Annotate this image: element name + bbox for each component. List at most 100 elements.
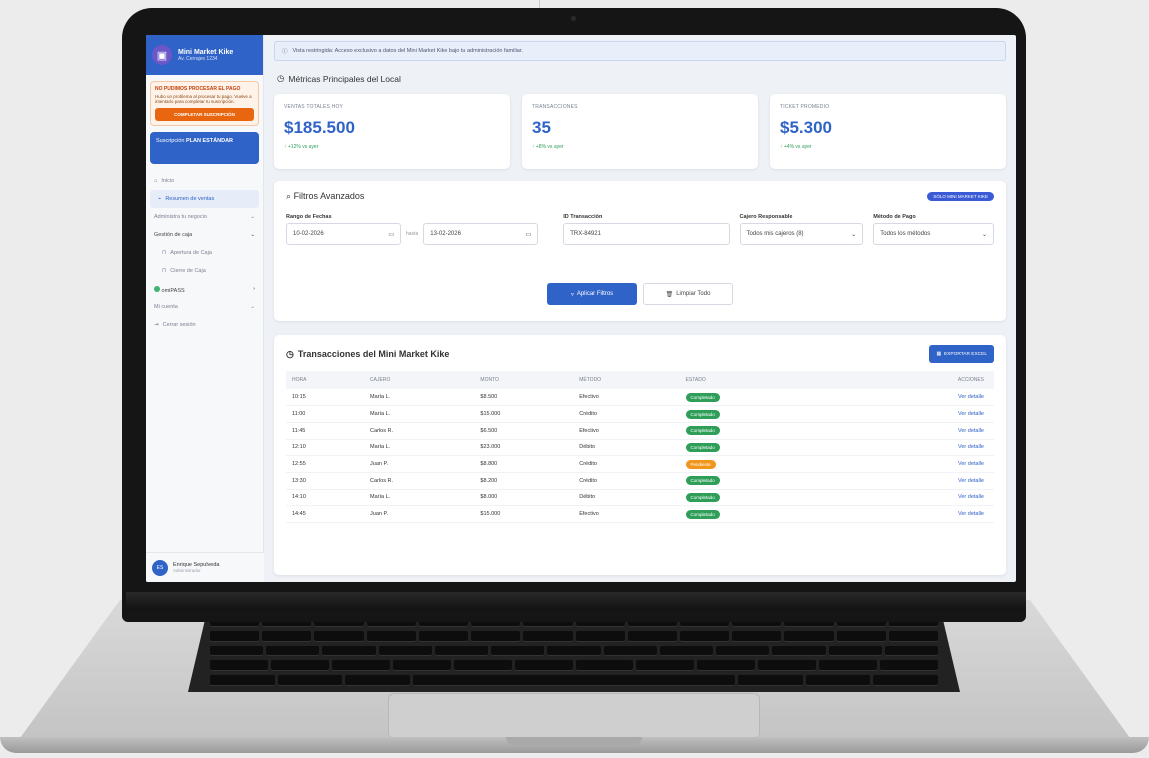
cell-actions: Ver detalle xyxy=(833,472,994,490)
view-detail-link[interactable]: Ver detalle xyxy=(958,444,984,450)
metric-value: 35 xyxy=(532,118,551,137)
cell-actions: Ver detalle xyxy=(833,489,994,507)
column-header[interactable]: ESTADO xyxy=(679,371,834,389)
sidebar-section-omipass[interactable]: omiPASS › xyxy=(146,280,263,298)
brand-header[interactable]: ▣ Mini Market Kike Av. Cerrajes 1234 xyxy=(146,35,263,75)
table-row: 12:10 María L. $23.000 Débito Completado… xyxy=(286,439,994,457)
cell-cashier: Carlos R. xyxy=(364,472,475,490)
sidebar-section-cash[interactable]: Gestión de caja ⌄ xyxy=(146,226,263,244)
cell-method: Crédito xyxy=(573,472,680,490)
date-from-input[interactable]: 10-02-2026 ▭ xyxy=(286,223,401,245)
metric-value: $5.300 xyxy=(780,118,832,137)
cell-cashier: Juan P. xyxy=(364,455,475,473)
metric-value: $185.500 xyxy=(284,118,355,137)
sidebar-item-cash-close[interactable]: ⊓ Cierre de Caja xyxy=(146,262,263,280)
cell-status: Completado xyxy=(679,389,834,407)
sidebar-section-business[interactable]: Administra tu negocio ⌄ xyxy=(146,208,263,226)
apply-filters-label: Aplicar Filtros xyxy=(576,291,614,297)
chevron-down-icon: ⌄ xyxy=(851,231,857,238)
cell-amount: $15.000 xyxy=(474,405,574,423)
cashier-label: Cajero Responsable xyxy=(739,214,793,220)
laptop-notch xyxy=(506,737,642,745)
metric-card-transactions: TRANSACCIONES 35 ↑ +8% vs ayer xyxy=(522,94,758,169)
metric-label: VENTAS TOTALES HOY xyxy=(284,104,344,110)
notice-text: Vista restringida: Acceso exclusivo a da… xyxy=(292,48,523,54)
metrics-title: Métricas Principales del Local xyxy=(288,73,401,84)
cell-status: Completado xyxy=(679,405,834,423)
date-to-input[interactable]: 13-02-2026 ▭ xyxy=(423,223,539,245)
plan-name: PLAN ESTÁNDAR xyxy=(185,138,234,144)
lock-icon: ⊓ xyxy=(162,268,167,274)
user-profile[interactable]: ES Enrique Sepulveda Administrador xyxy=(146,552,264,582)
chart-icon: ⌁ xyxy=(158,196,162,202)
view-detail-link[interactable]: Ver detalle xyxy=(958,511,984,517)
export-excel-button[interactable]: ▦ EXPORTAR EXCEL xyxy=(929,345,994,363)
calendar-icon: ▭ xyxy=(525,231,532,238)
chevron-down-icon: ⌄ xyxy=(250,214,255,220)
metric-delta: ↑ +4% vs ayer xyxy=(780,144,812,150)
apply-filters-button[interactable]: ▿ Aplicar Filtros xyxy=(547,283,637,305)
view-detail-link[interactable]: Ver detalle xyxy=(958,394,984,400)
view-detail-link[interactable]: Ver detalle xyxy=(958,494,984,500)
column-header[interactable]: MONTO xyxy=(474,371,574,389)
cell-cashier: Juan P. xyxy=(364,505,475,523)
cell-amount: $8.000 xyxy=(474,489,574,507)
alert-text: Hubo un problema al procesar tu pago. Vu… xyxy=(155,94,252,104)
chevron-down-icon: ⌄ xyxy=(981,231,987,238)
cell-time: 14:45 xyxy=(286,505,365,523)
table-header-row: HORA CAJERO MONTO MÉTODO ESTADO ACCIONES xyxy=(286,371,994,389)
alert-title: NO PUDIMOS PROCESAR EL PAGO xyxy=(155,86,241,92)
info-icon: ⓘ xyxy=(282,49,288,55)
cell-status: Completado xyxy=(679,505,834,523)
status-badge: Pendiente xyxy=(685,459,716,469)
sidebar-item-label: Resumen de ventas xyxy=(165,196,215,202)
view-detail-link[interactable]: Ver detalle xyxy=(958,428,984,434)
column-header[interactable]: CAJERO xyxy=(364,371,475,389)
cell-cashier: María L. xyxy=(364,489,475,507)
column-header[interactable]: MÉTODO xyxy=(573,371,680,389)
table-row: 14:10 María L. $8.000 Débito Completado … xyxy=(286,489,994,507)
plan-card[interactable]: Suscripción PLAN ESTÁNDAR xyxy=(150,132,259,164)
status-dot-icon xyxy=(154,286,160,292)
restricted-view-notice: ⓘ Vista restringida: Acceso exclusivo a … xyxy=(274,41,1006,61)
status-badge: Completado xyxy=(685,476,720,486)
sidebar-item-label: Apertura de Caja xyxy=(170,250,212,256)
trash-icon: 🗑 xyxy=(665,291,674,298)
section-label: Mi cuenta xyxy=(154,304,178,310)
sidebar-item-cash-open[interactable]: ⊓ Apertura de Caja xyxy=(146,244,263,262)
sidebar-item-sales-summary[interactable]: ⌁ Resumen de ventas xyxy=(150,190,259,208)
chevron-down-icon: ⌄ xyxy=(250,304,255,310)
table-row: 12:55 Juan P. $8.800 Crédito Pendiente V… xyxy=(286,455,994,473)
chevron-down-icon: ⌄ xyxy=(250,232,255,238)
cashier-select[interactable]: Todos mis cajeros (8) ⌄ xyxy=(739,223,864,245)
view-detail-link[interactable]: Ver detalle xyxy=(958,411,984,417)
cell-method: Crédito xyxy=(573,405,680,423)
column-header[interactable]: ACCIONES xyxy=(833,371,994,389)
clock-icon: ◷ xyxy=(277,73,285,83)
complete-subscription-button[interactable]: COMPLETAR SUSCRIPCIÓN xyxy=(155,108,254,121)
view-detail-link[interactable]: Ver detalle xyxy=(958,461,984,467)
clock-icon: ◷ xyxy=(286,348,294,359)
transaction-id-input[interactable]: TRX-84921 xyxy=(563,223,730,245)
cell-method: Efectivo xyxy=(573,505,680,523)
metric-delta: ↑ +8% vs ayer xyxy=(532,144,564,150)
plan-prefix: Suscripción xyxy=(156,138,185,144)
cell-status: Pendiente xyxy=(679,455,834,473)
filter-icon: ▿ xyxy=(570,291,574,298)
clear-filters-button[interactable]: 🗑 Limpiar Todo xyxy=(643,283,733,305)
filters-heading: ⌕ Filtros Avanzados xyxy=(286,191,364,202)
payment-method-select[interactable]: Todos los métodos ⌄ xyxy=(873,223,994,245)
view-detail-link[interactable]: Ver detalle xyxy=(958,478,984,484)
column-header[interactable]: HORA xyxy=(286,371,365,389)
section-label: Gestión de caja xyxy=(154,232,193,238)
date-to-value: 13-02-2026 xyxy=(430,231,461,237)
sidebar-section-account[interactable]: Mi cuenta ⌄ xyxy=(146,298,263,316)
cell-amount: $23.000 xyxy=(474,439,574,457)
table-row: 14:45 Juan P. $15.000 Efectivo Completad… xyxy=(286,505,994,523)
camera-dot xyxy=(571,16,576,21)
section-label: omiPASS xyxy=(161,288,185,294)
sidebar-item-home[interactable]: ⌂ Inicio xyxy=(146,172,263,190)
cell-method: Efectivo xyxy=(573,422,680,440)
laptop-trackpad xyxy=(388,693,760,739)
logout-button[interactable]: ⇥ Cerrar sesión xyxy=(146,316,263,334)
